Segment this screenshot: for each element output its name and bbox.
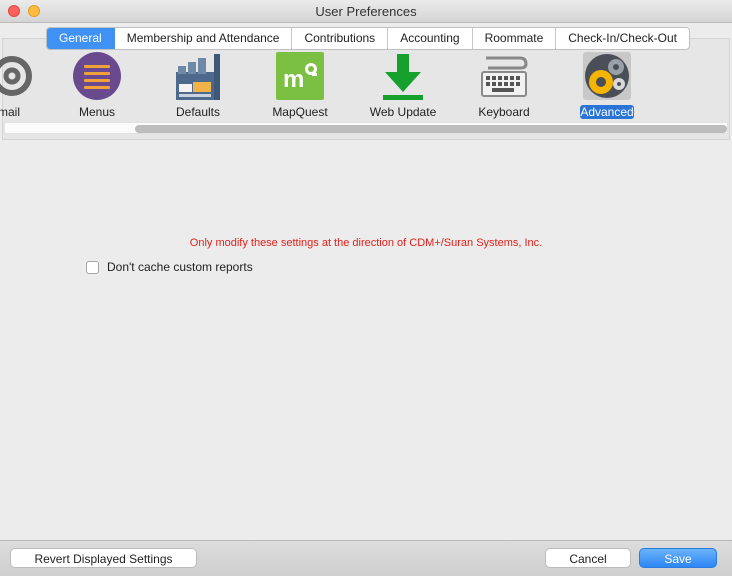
tab-general[interactable]: General xyxy=(47,28,115,49)
toolbar-item-label: Advanced xyxy=(580,105,634,119)
toolbar-item-menus[interactable]: Menus xyxy=(49,50,145,120)
keyboard-icon xyxy=(481,56,528,97)
horizontal-scrollbar-thumb[interactable] xyxy=(135,125,727,133)
toolbar-item-advanced[interactable]: Advanced xyxy=(559,50,655,120)
save-button[interactable]: Save xyxy=(639,548,717,568)
toolbar-item-mapquest[interactable]: m MapQuest xyxy=(252,50,348,120)
menus-icon xyxy=(73,52,121,100)
defaults-icon xyxy=(176,54,220,100)
mapquest-icon: m xyxy=(276,52,324,100)
toolbar-item-label: Keyboard xyxy=(478,105,530,119)
tab-check-in-check-out[interactable]: Check-In/Check-Out xyxy=(556,28,689,49)
svg-text:m: m xyxy=(283,66,304,93)
cancel-button[interactable]: Cancel xyxy=(545,548,631,568)
tab-contributions[interactable]: Contributions xyxy=(292,28,389,49)
tab-accounting[interactable]: Accounting xyxy=(388,28,473,49)
tab-bar: General Membership and Attendance Contri… xyxy=(46,27,690,50)
web-update-icon xyxy=(383,54,423,100)
advanced-gears-icon xyxy=(583,52,631,100)
toolbar-item-label: Menus xyxy=(78,105,116,119)
dont-cache-custom-reports-checkbox[interactable] xyxy=(86,260,99,274)
checkbox-label: Don't cache custom reports xyxy=(107,260,253,274)
warning-message: Only modify these settings at the direct… xyxy=(189,237,543,249)
tab-roommate[interactable]: Roommate xyxy=(473,28,557,49)
bottom-button-bar: Revert Displayed Settings Cancel Save xyxy=(0,540,732,576)
toolbar-item-keyboard[interactable]: Keyboard xyxy=(456,50,552,120)
toolbar-item-label: Web Update xyxy=(369,105,437,119)
window-title: User Preferences xyxy=(315,4,417,19)
toolbar-item-defaults[interactable]: Defaults xyxy=(150,50,246,120)
toolbar-item-web-update[interactable]: Web Update xyxy=(355,50,451,120)
toolbar-item-label: MapQuest xyxy=(272,105,328,119)
tab-membership-and-attendance[interactable]: Membership and Attendance xyxy=(115,28,293,49)
dont-cache-custom-reports-option: Don't cache custom reports xyxy=(86,259,253,275)
toolbar-item-label: Defaults xyxy=(175,105,221,119)
revert-displayed-settings-button[interactable]: Revert Displayed Settings xyxy=(10,548,197,568)
preference-icon-bar: mail Menus Defaults m MapQuest Web Updat… xyxy=(0,50,732,120)
title-bar: User Preferences xyxy=(0,0,732,23)
email-icon xyxy=(0,56,32,96)
